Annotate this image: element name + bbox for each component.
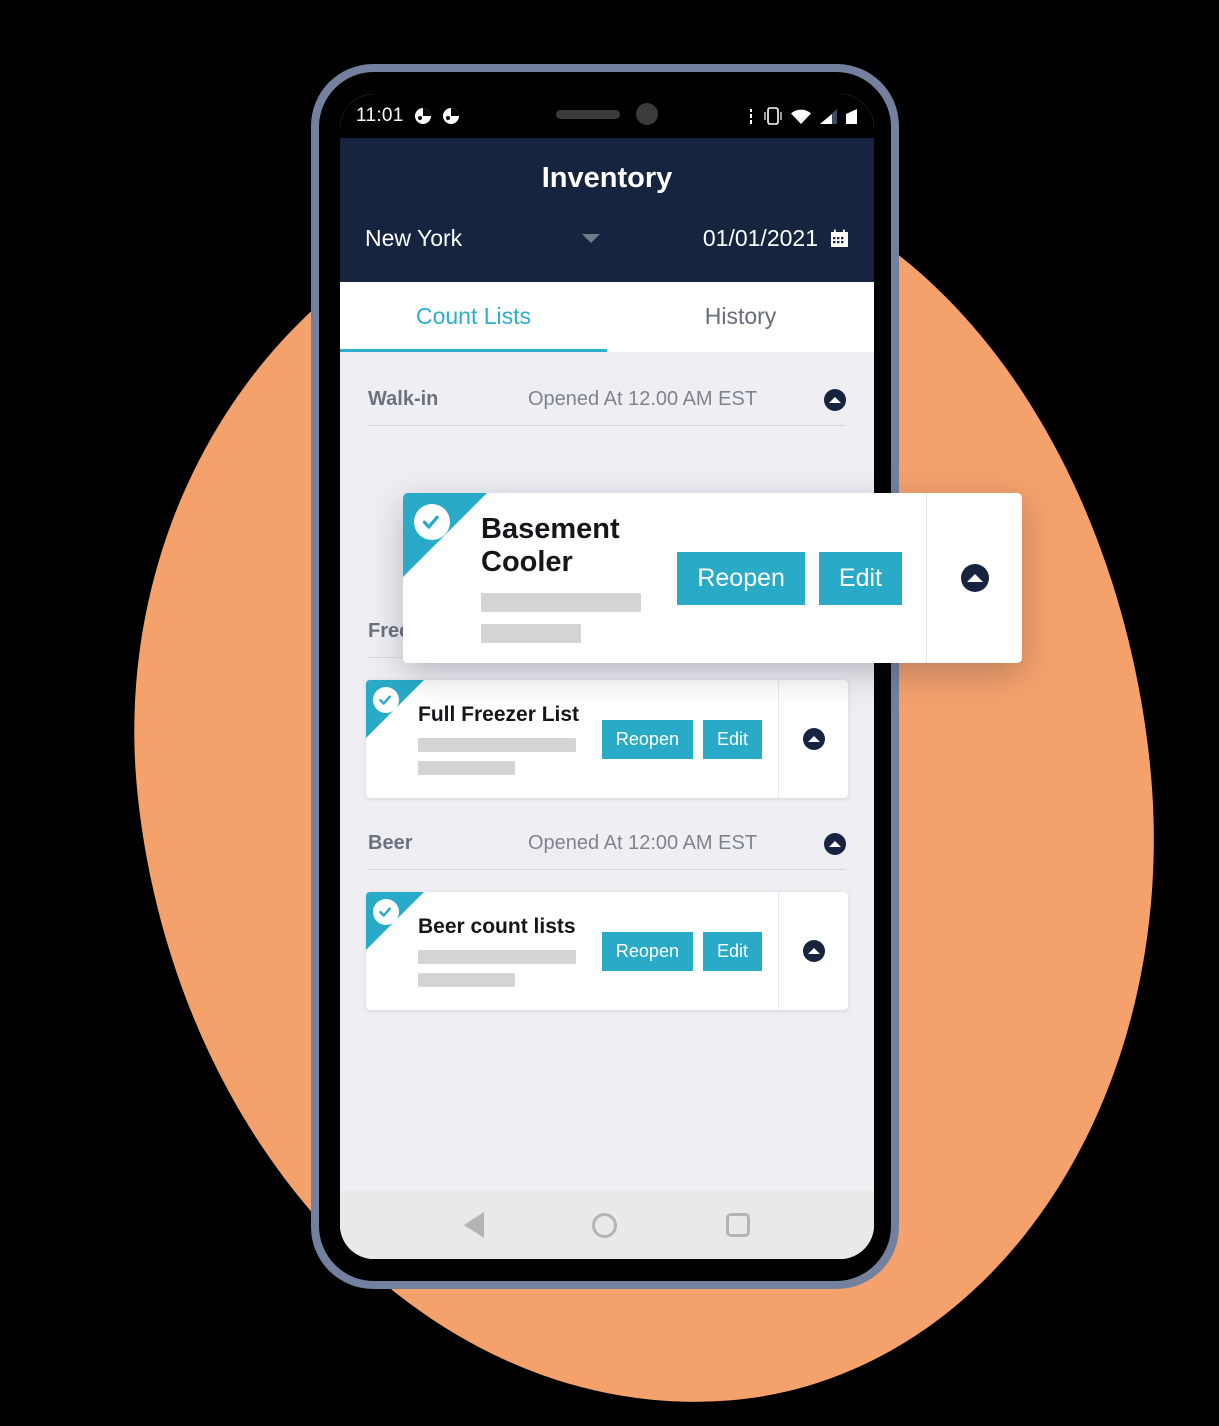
card-main: Full Freezer List Reopen Edit [366,680,778,798]
card-collapse-area [926,493,1022,663]
date-picker[interactable]: 01/01/2021 [703,225,849,252]
card-actions: Reopen Edit [677,551,912,605]
battery-icon [845,108,858,125]
chevron-down-icon [582,234,601,243]
count-list-card[interactable]: Full Freezer List Reopen Edit [366,680,848,798]
edit-button[interactable]: Edit [702,931,762,971]
status-bar-left: 11:01 [356,105,460,127]
section-header-walkin: Walk-in Opened At 12.00 AM EST [368,388,846,426]
wifi-icon [790,108,812,125]
earpiece-speaker [556,109,620,119]
section-name: Walk-in [368,388,439,410]
cellular-signal-icon [819,108,838,125]
placeholder-bar [418,738,576,752]
chevron-up-icon[interactable] [802,728,825,750]
date-value: 01/01/2021 [702,225,818,251]
highlighted-count-list-card-layer: Basement Cooler Reopen Edit [403,493,1022,663]
reopen-button[interactable]: Reopen [601,719,693,759]
android-navigation-bar [340,1191,874,1259]
calendar-icon [830,229,849,248]
card-main: Basement Cooler Reopen Edit [403,493,926,663]
placeholder-bar [481,624,581,643]
reopen-button[interactable]: Reopen [601,931,693,971]
location-dropdown[interactable]: New York [365,225,703,252]
chevron-up-icon[interactable] [824,388,846,411]
placeholder-bar [418,761,515,775]
back-triangle-icon[interactable] [464,1212,485,1238]
front-camera [636,103,658,125]
app-badge-icon [442,107,460,125]
section-name: Beer [368,832,413,854]
edit-button[interactable]: Edit [702,719,762,759]
display-notch [484,94,730,134]
phone-device-frame: 11:01 Inventory New York 01/01/2021 Coun… [311,64,899,1289]
card-text: Basement Cooler [481,513,677,643]
count-list-title: Full Freezer List [418,703,580,726]
status-bar-clock: 11:01 [356,105,404,126]
chevron-up-icon[interactable] [960,564,989,592]
placeholder-bar [481,593,641,612]
recents-square-icon[interactable] [725,1213,750,1237]
section-opened-at: Opened At 12.00 AM EST [528,388,758,410]
placeholder-bar [418,973,515,987]
chevron-up-icon[interactable] [802,940,825,962]
chevron-up-icon[interactable] [824,832,846,855]
card-collapse-area [778,892,848,1010]
check-circle-icon [414,504,450,540]
home-circle-icon[interactable] [592,1212,618,1238]
section-opened-at: Opened At 12:00 AM EST [528,832,758,854]
count-list-title: Beer count lists [418,915,576,938]
card-text: Beer count lists [418,915,602,987]
count-list-card[interactable]: Beer count lists Reopen Edit [366,892,848,1010]
count-list-card-wrap: Full Freezer List Reopen Edit [340,658,874,832]
check-circle-icon [373,899,399,925]
card-main: Beer count lists Reopen Edit [366,892,778,1010]
count-list-card-highlighted[interactable]: Basement Cooler Reopen Edit [403,493,1022,663]
card-actions: Reopen Edit [601,719,768,759]
app-header: Inventory New York 01/01/2021 [340,138,874,282]
header-controls: New York 01/01/2021 [340,225,874,282]
count-lists-body: Walk-in Opened At 12.00 AM EST Freezer O… [340,352,874,1259]
placeholder-bar [418,950,576,964]
tab-history[interactable]: History [607,282,874,352]
location-value: New York [365,225,463,251]
status-bar-right [748,107,858,125]
card-text: Full Freezer List [418,703,602,775]
count-list-title: Basement Cooler [481,513,620,578]
edit-button[interactable]: Edit [818,551,902,605]
status-bar: 11:01 [340,94,874,138]
tab-count-lists[interactable]: Count Lists [340,282,607,352]
section-header-beer: Beer Opened At 12:00 AM EST [368,832,846,870]
card-actions: Reopen Edit [601,931,768,971]
tab-bar: Count Lists History [340,282,874,352]
check-circle-icon [373,687,399,713]
screenshot-stage: 11:01 Inventory New York 01/01/2021 Coun… [0,0,1219,1426]
reopen-button[interactable]: Reopen [677,551,805,605]
count-list-card-wrap: Beer count lists Reopen Edit [340,870,874,1044]
card-collapse-area [778,680,848,798]
phone-screen: 11:01 Inventory New York 01/01/2021 Coun… [340,94,874,1259]
page-title: Inventory [541,162,673,194]
completed-corner-flag [403,493,487,577]
vibrate-icon [748,108,756,125]
bluetooth-icon [763,107,783,125]
app-badge-icon [414,107,432,125]
